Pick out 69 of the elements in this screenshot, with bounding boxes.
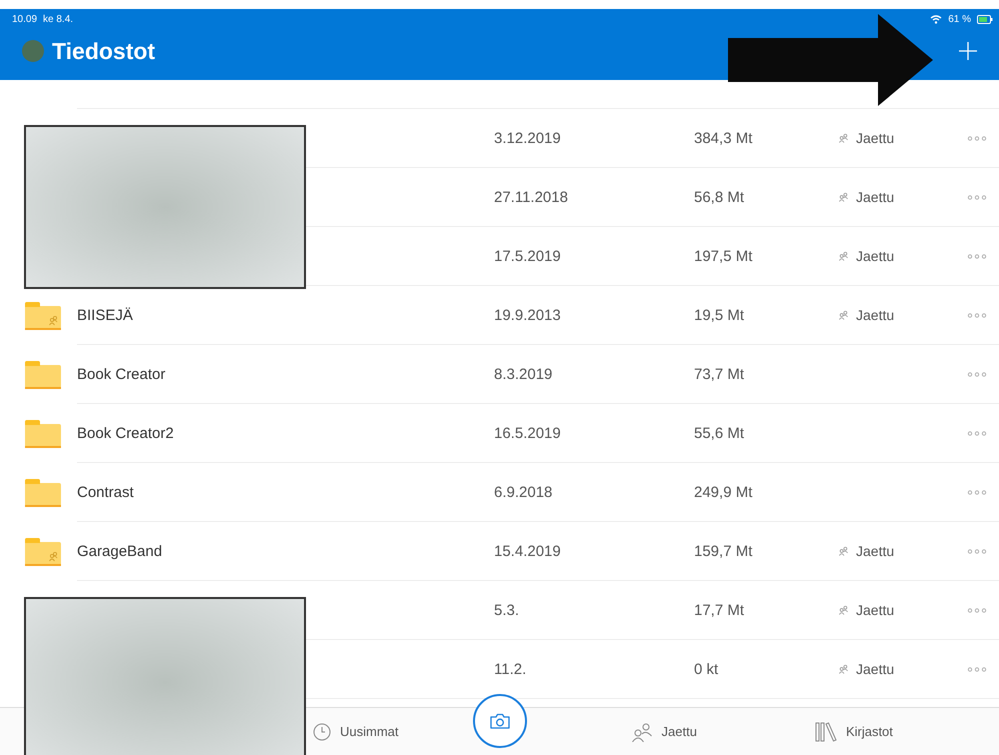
folder-icon (25, 478, 61, 506)
file-size: 56,8 Mt (694, 188, 744, 206)
folder-name[interactable]: Book Creator2 (77, 424, 174, 442)
people-icon (838, 192, 849, 202)
more-icon[interactable] (967, 548, 987, 554)
shared-label: Jaettu (856, 248, 894, 264)
modified-date: 5.3. (494, 602, 520, 618)
folder-name[interactable]: Book Creator (77, 366, 166, 382)
shared-folder-icon (25, 302, 61, 330)
people-icon (838, 546, 849, 556)
more-icon[interactable] (967, 194, 987, 200)
wifi-icon (930, 15, 942, 24)
modified-date: 8.3.2019 (494, 366, 552, 382)
people-icon (838, 664, 849, 674)
more-icon[interactable] (967, 136, 987, 140)
shared-label: Jaettu (856, 189, 894, 205)
camera-icon (490, 713, 510, 729)
more-icon[interactable] (967, 312, 987, 318)
modified-date: 3.12.2019 (494, 130, 561, 146)
more-icon[interactable] (967, 490, 987, 494)
file-size: 249,9 Mt (694, 484, 752, 500)
books-icon (814, 722, 837, 742)
more-icon[interactable] (967, 666, 987, 672)
modified-date: 16.5.2019 (494, 424, 561, 442)
file-size: 159,7 Mt (694, 542, 752, 560)
avatar[interactable] (22, 40, 44, 62)
file-size: 197,5 Mt (694, 248, 752, 264)
shared-folder-icon (25, 538, 61, 566)
shared-label: Jaettu (856, 661, 894, 677)
people-icon (838, 251, 849, 261)
more-icon[interactable] (967, 372, 987, 376)
status-time: 10.09 (12, 14, 38, 25)
folder-name[interactable]: Contrast (77, 484, 134, 500)
tab-item[interactable]: Jaettu (626, 722, 701, 742)
modified-date: 11.2. (494, 660, 526, 678)
tab-item[interactable]: Uusimmat (309, 722, 403, 740)
people-icon (630, 722, 653, 742)
modified-date: 17.5.2019 (494, 248, 561, 264)
clock-icon (313, 722, 331, 740)
shared-label: Jaettu (856, 602, 894, 618)
folder-icon (25, 420, 61, 448)
more-icon[interactable] (967, 430, 987, 436)
more-icon[interactable] (967, 254, 987, 258)
folder-name[interactable]: GarageBand (77, 542, 162, 560)
people-icon (838, 310, 849, 320)
modified-date: 15.4.2019 (494, 542, 561, 560)
file-size: 73,7 Mt (694, 366, 744, 382)
file-size: 0 kt (694, 660, 718, 678)
file-size: 55,6 Mt (694, 424, 744, 442)
file-size: 19,5 Mt (694, 306, 744, 324)
page-title: Tiedostot (52, 38, 156, 64)
file-size: 384,3 Mt (694, 130, 752, 146)
file-size: 17,7 Mt (694, 602, 744, 618)
shared-label: Jaettu (856, 130, 894, 146)
folder-icon (25, 360, 61, 388)
add-icon[interactable] (959, 42, 977, 60)
battery-icon (977, 15, 993, 24)
status-date: ke 8.4. (43, 14, 74, 25)
more-icon[interactable] (967, 608, 987, 612)
tab-item[interactable]: Kirjastot (810, 722, 897, 742)
battery-percent: 61 % (948, 14, 971, 25)
folder-name[interactable]: BIISEJÄ (77, 306, 133, 324)
modified-date: 27.11.2018 (494, 188, 568, 206)
modified-date: 19.9.2013 (494, 306, 561, 324)
shared-label: Jaettu (856, 543, 894, 559)
shared-label: Jaettu (856, 307, 894, 323)
people-icon (838, 133, 849, 143)
modified-date: 6.9.2018 (494, 484, 552, 500)
people-icon (838, 605, 849, 615)
